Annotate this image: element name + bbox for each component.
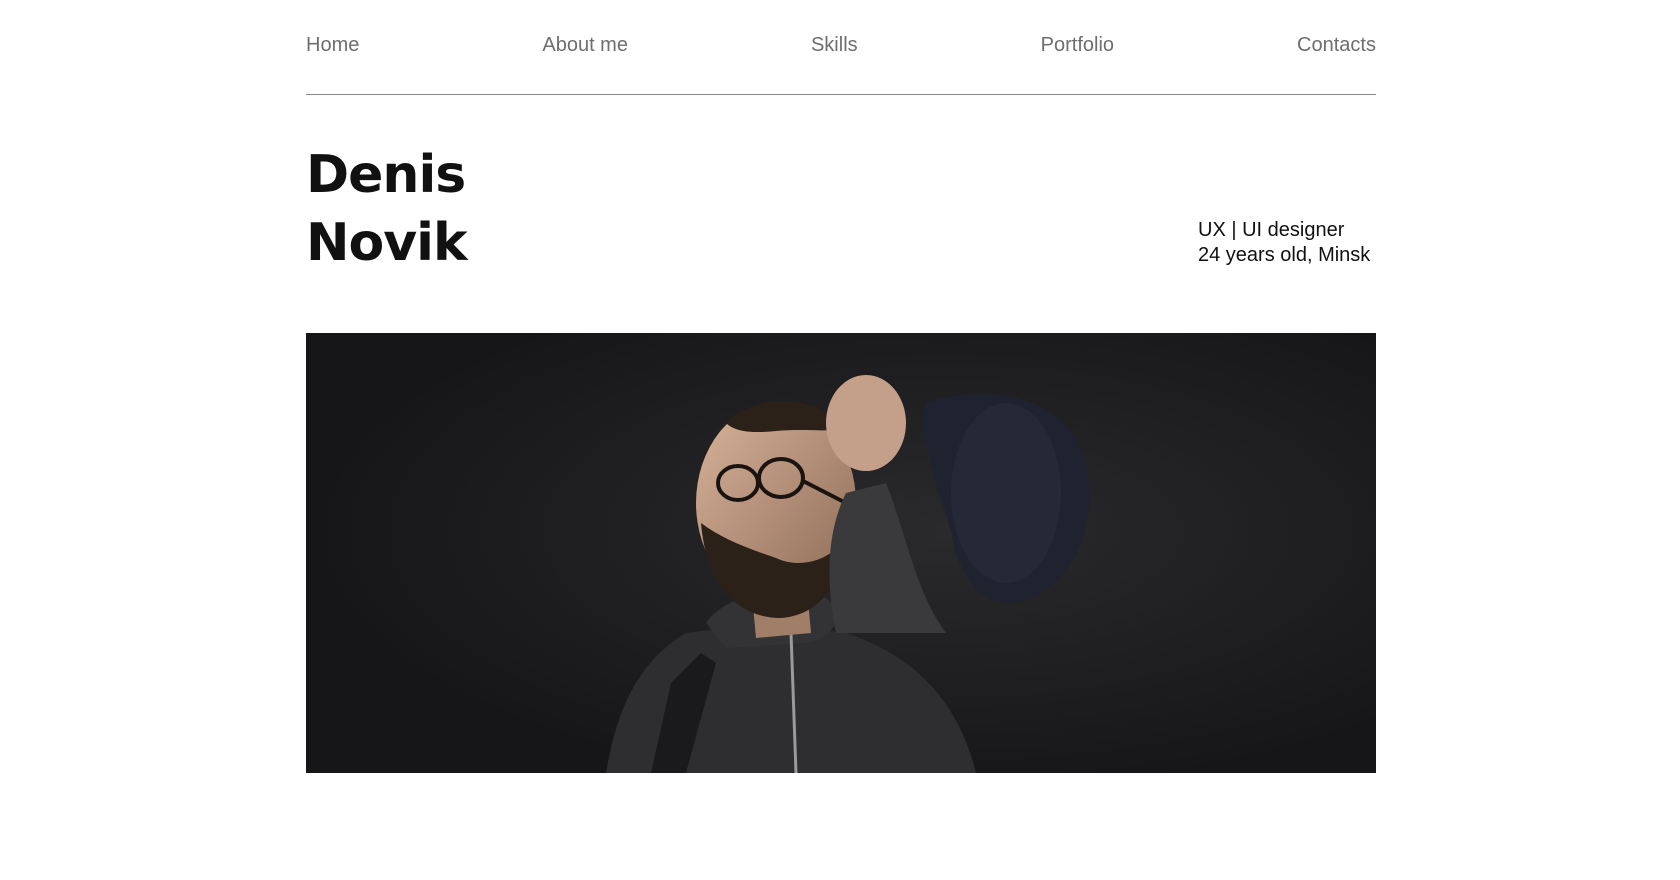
- portrait-illustration: [306, 333, 1376, 773]
- nav-skills[interactable]: Skills: [811, 34, 858, 57]
- nav-divider: [306, 94, 1376, 95]
- main-navigation: Home About me Skills Portfolio Contacts: [306, 30, 1376, 60]
- nav-home[interactable]: Home: [306, 34, 359, 57]
- nav-portfolio[interactable]: Portfolio: [1041, 34, 1114, 57]
- portrait-photo: [306, 333, 1376, 773]
- last-name: Novik: [306, 213, 468, 273]
- portfolio-page: Home About me Skills Portfolio Contacts …: [0, 0, 1680, 880]
- nav-contacts[interactable]: Contacts: [1297, 34, 1376, 57]
- nav-about-me[interactable]: About me: [542, 34, 628, 57]
- page-title: Denis Novik: [306, 141, 468, 277]
- profile-info: UX | UI designer 24 years old, Minsk: [1198, 218, 1388, 268]
- role-text: UX | UI designer: [1198, 219, 1345, 241]
- details-text: 24 years old, Minsk: [1198, 244, 1371, 266]
- first-name: Denis: [306, 145, 466, 205]
